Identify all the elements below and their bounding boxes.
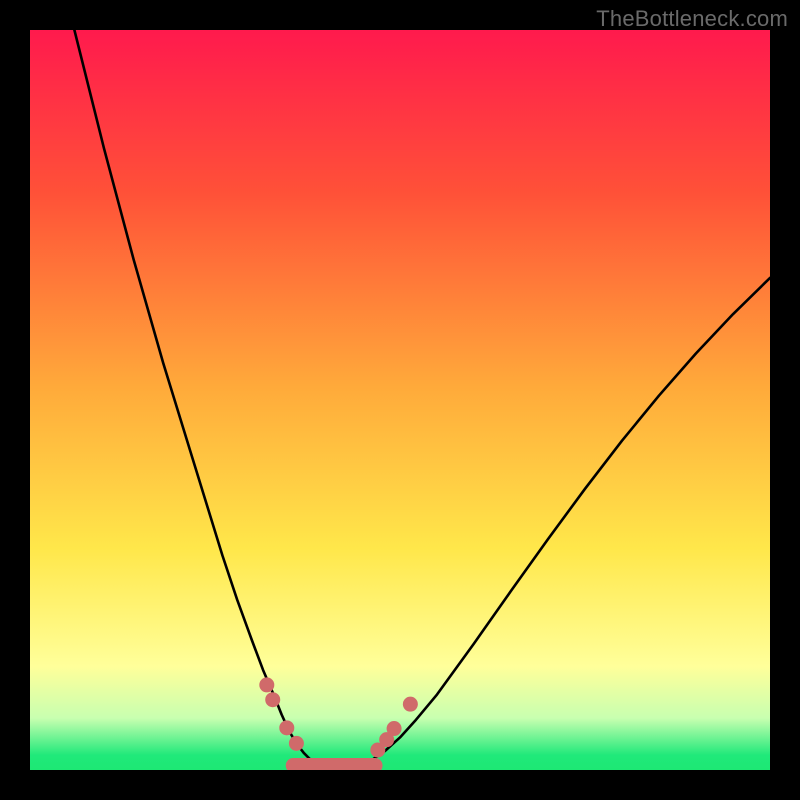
- watermark-text: TheBottleneck.com: [596, 6, 788, 32]
- data-dot: [289, 736, 304, 751]
- data-dot: [279, 720, 294, 735]
- bottom-dot-bar: [286, 758, 383, 770]
- data-dot: [387, 721, 402, 736]
- data-dot: [403, 697, 418, 712]
- outer-frame: TheBottleneck.com: [0, 0, 800, 800]
- plot-area: [30, 30, 770, 770]
- data-dot: [259, 677, 274, 692]
- data-dot: [265, 692, 280, 707]
- data-dots: [259, 677, 418, 770]
- bottleneck-curve: [74, 30, 770, 769]
- chart-overlay: [30, 30, 770, 770]
- v-curve: [74, 30, 770, 769]
